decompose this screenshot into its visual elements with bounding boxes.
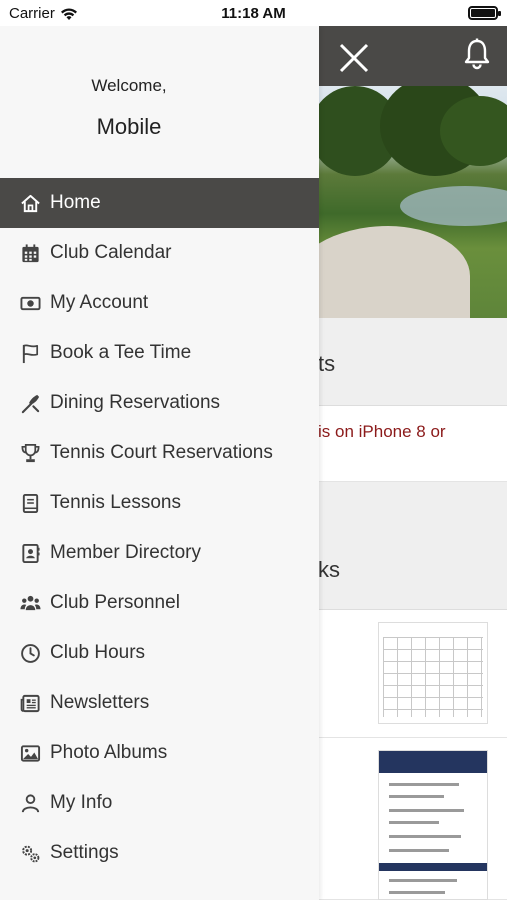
money-icon [20, 296, 41, 311]
menu-item-tennis-court-reservations[interactable]: Tennis Court Reservations [0, 428, 319, 478]
menu-item-member-directory[interactable]: Member Directory [0, 528, 319, 578]
gears-icon [22, 845, 40, 863]
bell-icon[interactable] [462, 38, 492, 70]
welcome-text: Welcome, [91, 76, 167, 95]
user-icon [21, 794, 40, 813]
menu-item-my-info[interactable]: My Info [0, 778, 319, 828]
menu-item-dining-reservations[interactable]: Dining Reservations [0, 378, 319, 428]
book-icon [22, 493, 39, 514]
flag-icon [22, 344, 39, 364]
menu-item-label: Club Hours [50, 642, 146, 663]
menu-item-home[interactable]: Home [0, 178, 319, 228]
menu-item-label: My Info [50, 792, 113, 813]
menu-item-label: Home [50, 192, 101, 213]
menu-item-settings[interactable]: Settings [0, 828, 319, 878]
menu-item-my-account[interactable]: My Account [0, 278, 319, 328]
news-text: is on iPhone 8 or [318, 422, 446, 441]
nav-menu: Home Club Calendar My Account Book a Tee… [0, 178, 319, 878]
contact-book-icon [22, 543, 40, 564]
section-title: ts [318, 351, 336, 376]
trophy-icon [21, 444, 40, 463]
menu-item-label: Dining Reservations [50, 392, 221, 413]
chef-specials-thumbnail[interactable] [378, 750, 488, 900]
menu-item-club-personnel[interactable]: Club Personnel [0, 578, 319, 628]
navigation-drawer: Welcome, Mobile Home Club Calendar My Ac… [0, 26, 319, 900]
clock-time: 11:18 AM [221, 5, 286, 22]
menu-item-photo-albums[interactable]: Photo Albums [0, 728, 319, 778]
menu-item-label: Book a Tee Time [50, 342, 192, 363]
menu-item-tennis-lessons[interactable]: Tennis Lessons [0, 478, 319, 528]
menu-item-label: Member Directory [50, 542, 201, 563]
menu-item-label: Photo Albums [50, 742, 168, 763]
section-title-2: ks [318, 557, 340, 582]
close-icon[interactable] [336, 40, 372, 76]
people-icon [20, 595, 41, 611]
menu-item-club-calendar[interactable]: Club Calendar [0, 228, 319, 278]
menu-item-book-tee-time[interactable]: Book a Tee Time [0, 328, 319, 378]
menu-item-label: My Account [50, 292, 149, 313]
menu-item-label: Club Personnel [50, 592, 180, 613]
username: Mobile [96, 114, 162, 139]
menu-item-label: Club Calendar [50, 242, 172, 263]
menu-item-label: Tennis Court Reservations [50, 442, 273, 463]
calendar-icon [22, 244, 39, 263]
battery-icon [468, 6, 501, 20]
calendar-thumbnail[interactable] [378, 622, 488, 724]
utensils-icon [21, 394, 40, 414]
menu-item-club-hours[interactable]: Club Hours [0, 628, 319, 678]
menu-item-label: Tennis Lessons [50, 492, 181, 513]
home-icon [21, 194, 40, 213]
clock-icon [21, 644, 40, 663]
menu-item-label: Newsletters [50, 692, 150, 713]
menu-item-newsletters[interactable]: Newsletters [0, 678, 319, 728]
status-bar: Carrier 11:18 AM [0, 0, 507, 26]
menu-item-label: Settings [50, 842, 119, 863]
newspaper-icon [20, 694, 40, 713]
image-icon [20, 745, 41, 762]
